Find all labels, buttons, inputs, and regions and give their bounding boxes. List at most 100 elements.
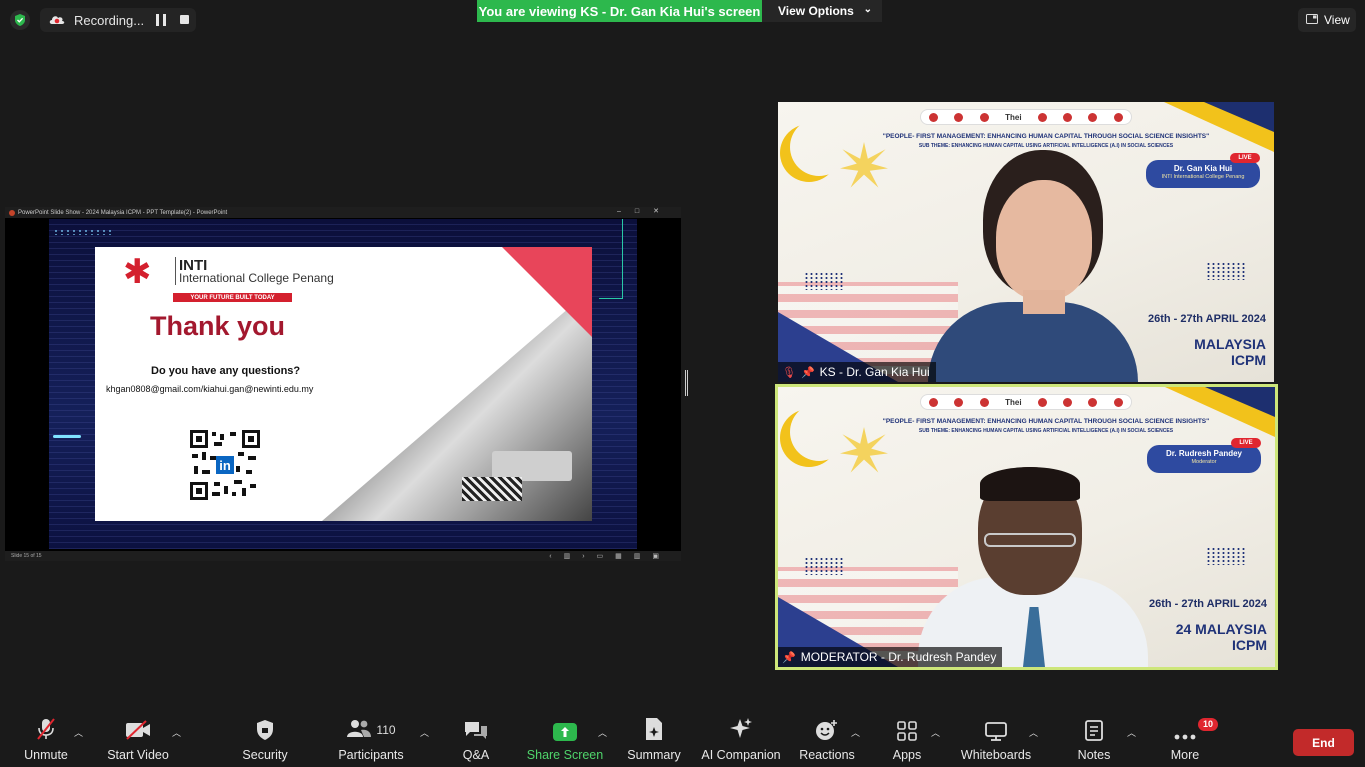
- pause-recording-icon[interactable]: [156, 14, 166, 26]
- apps-options-caret[interactable]: ︿: [931, 726, 940, 739]
- svg-text:in: in: [219, 458, 231, 473]
- speaker-card: Dr. Rudresh Pandey Moderator: [1147, 445, 1261, 473]
- slide-heading: Thank you: [150, 311, 286, 341]
- live-badge: LIVE: [1231, 438, 1261, 448]
- reactions-button[interactable]: Reactions: [799, 714, 855, 767]
- decor-circuit: [599, 219, 623, 299]
- logo-text: Thei: [1005, 397, 1022, 407]
- participant-tile[interactable]: Thei "PEOPLE- FIRST MANAGEMENT: ENHANCIN…: [778, 102, 1274, 382]
- video-off-icon: [124, 714, 152, 744]
- apps-button[interactable]: Apps: [888, 714, 926, 767]
- decor-dots: [804, 272, 844, 290]
- college-name: International College Penang: [179, 271, 334, 285]
- slideshow-titlebar: PowerPoint Slide Show - 2024 Malaysia IC…: [5, 207, 681, 218]
- unmute-label: Unmute: [24, 748, 68, 762]
- event-dates: 26th - 27th APRIL 2024: [1149, 598, 1267, 610]
- start-video-label: Start Video: [107, 748, 169, 762]
- sponsor-logos: Thei: [920, 394, 1132, 410]
- notes-options-caret[interactable]: ︿: [1127, 726, 1136, 739]
- summary-button[interactable]: Summary: [626, 714, 682, 767]
- end-meeting-button[interactable]: End: [1293, 729, 1354, 756]
- pin-icon: 📌: [782, 651, 796, 664]
- ai-companion-label: AI Companion: [701, 748, 781, 762]
- event-name-line2: ICPM: [1232, 637, 1267, 653]
- window-controls[interactable]: –□✕: [617, 207, 673, 215]
- unmute-button[interactable]: Unmute: [18, 714, 74, 767]
- participants-options-caret[interactable]: ︿: [420, 726, 429, 739]
- view-options-button[interactable]: View Options ⌄: [762, 0, 882, 22]
- notes-icon: [1085, 714, 1103, 744]
- security-shield-icon: [255, 714, 275, 744]
- event-name: MALAYSIA ICPM: [1194, 336, 1266, 368]
- slideshow-statusbar: Slide 15 of 15 ‹▥›▭▦▥▣: [5, 551, 681, 561]
- apps-icon: [897, 714, 917, 744]
- participants-icon: [346, 718, 372, 741]
- tagline: YOUR FUTURE BUILT TODAY: [173, 293, 292, 302]
- slide-contact: khgan0808@gmail.com/kiahui.gan@newinti.e…: [106, 384, 314, 394]
- stop-recording-icon[interactable]: [180, 15, 189, 24]
- speaker-affiliation: INTI International College Penang: [1161, 174, 1245, 180]
- decor-dots: [1206, 547, 1246, 565]
- slide-question: Do you have any questions?: [151, 365, 301, 377]
- shield-icon[interactable]: [10, 10, 30, 30]
- event-name-line2: ICPM: [1231, 352, 1266, 368]
- slide: ✱ INTI International College Penang YOUR…: [95, 247, 592, 521]
- chevron-down-icon: ⌄: [863, 4, 872, 15]
- notes-label: Notes: [1077, 748, 1111, 762]
- view-layout-icon: [1306, 13, 1318, 27]
- reactions-options-caret[interactable]: ︿: [851, 726, 860, 739]
- summary-icon: [644, 714, 664, 744]
- split-drag-handle[interactable]: [685, 370, 688, 396]
- summary-label: Summary: [627, 748, 681, 762]
- audio-options-caret[interactable]: ︿: [74, 726, 83, 739]
- participants-button[interactable]: 110 Participants: [336, 714, 406, 767]
- event-name-line1: MALAYSIA: [1194, 336, 1266, 352]
- share-screen-label: Share Screen: [526, 748, 604, 762]
- participant-name: MODERATOR - Dr. Rudresh Pandey: [800, 650, 997, 664]
- more-notification-badge: 10: [1198, 718, 1218, 731]
- security-label: Security: [242, 748, 288, 762]
- ai-sparkle-icon: [729, 714, 753, 744]
- event-dates: 26th - 27th APRIL 2024: [1148, 313, 1266, 325]
- view-options-label: View Options: [778, 4, 854, 18]
- decor-dots: [804, 557, 844, 575]
- participants-count: 110: [376, 723, 396, 737]
- speaker-card: Dr. Gan Kia Hui INTI International Colle…: [1146, 160, 1260, 188]
- participant-nametag: 📌 MODERATOR - Dr. Rudresh Pandey: [778, 647, 1003, 667]
- meeting-toolbar: Unmute ︿ Start Video ︿ Security 110 Part…: [0, 714, 1365, 767]
- event-name: 24 MALAYSIA ICPM: [1176, 621, 1267, 653]
- qa-button[interactable]: Q&A: [458, 714, 494, 767]
- speaker-role: Moderator: [1191, 459, 1217, 465]
- logo-text: Thei: [1005, 112, 1022, 122]
- whiteboards-button[interactable]: Whiteboards: [960, 714, 1032, 767]
- more-dots-icon: [1174, 714, 1196, 744]
- speaker-name: Dr. Gan Kia Hui: [1173, 164, 1233, 173]
- reactions-label: Reactions: [799, 748, 855, 762]
- mic-muted-icon: [35, 714, 57, 744]
- share-screen-icon: [553, 723, 577, 741]
- whiteboards-options-caret[interactable]: ︿: [1029, 726, 1038, 739]
- apps-label: Apps: [892, 748, 922, 762]
- reactions-smiley-icon: [815, 714, 839, 744]
- video-options-caret[interactable]: ︿: [172, 726, 181, 739]
- notes-button[interactable]: Notes: [1074, 714, 1114, 767]
- participant-name: KS - Dr. Gan Kia Hui: [819, 365, 930, 379]
- start-video-button[interactable]: Start Video: [104, 714, 172, 767]
- view-label: View: [1324, 13, 1350, 27]
- view-button[interactable]: View: [1298, 8, 1356, 32]
- slide-stage: ✱ INTI International College Penang YOUR…: [49, 219, 637, 549]
- share-options-caret[interactable]: ︿: [598, 726, 607, 739]
- event-name-line1: 24 MALAYSIA: [1175, 621, 1267, 637]
- security-button[interactable]: Security: [238, 714, 292, 767]
- ai-companion-button[interactable]: AI Companion: [700, 714, 782, 767]
- speaker-name: Dr. Rudresh Pandey: [1165, 449, 1243, 458]
- slideshow-nav-icons[interactable]: ‹▥›▭▦▥▣: [549, 552, 671, 560]
- conference-theme: "PEOPLE- FIRST MANAGEMENT: ENHANCING HUM…: [882, 133, 1210, 140]
- participants-label: Participants: [338, 748, 404, 762]
- recording-pill: Recording...: [40, 8, 196, 32]
- more-label: More: [1170, 748, 1200, 762]
- shared-screen[interactable]: PowerPoint Slide Show - 2024 Malaysia IC…: [5, 207, 681, 561]
- participant-tile-active-speaker[interactable]: Thei "PEOPLE- FIRST MANAGEMENT: ENHANCIN…: [775, 384, 1278, 670]
- decor-bar: [53, 435, 81, 438]
- share-screen-button[interactable]: Share Screen: [526, 714, 604, 767]
